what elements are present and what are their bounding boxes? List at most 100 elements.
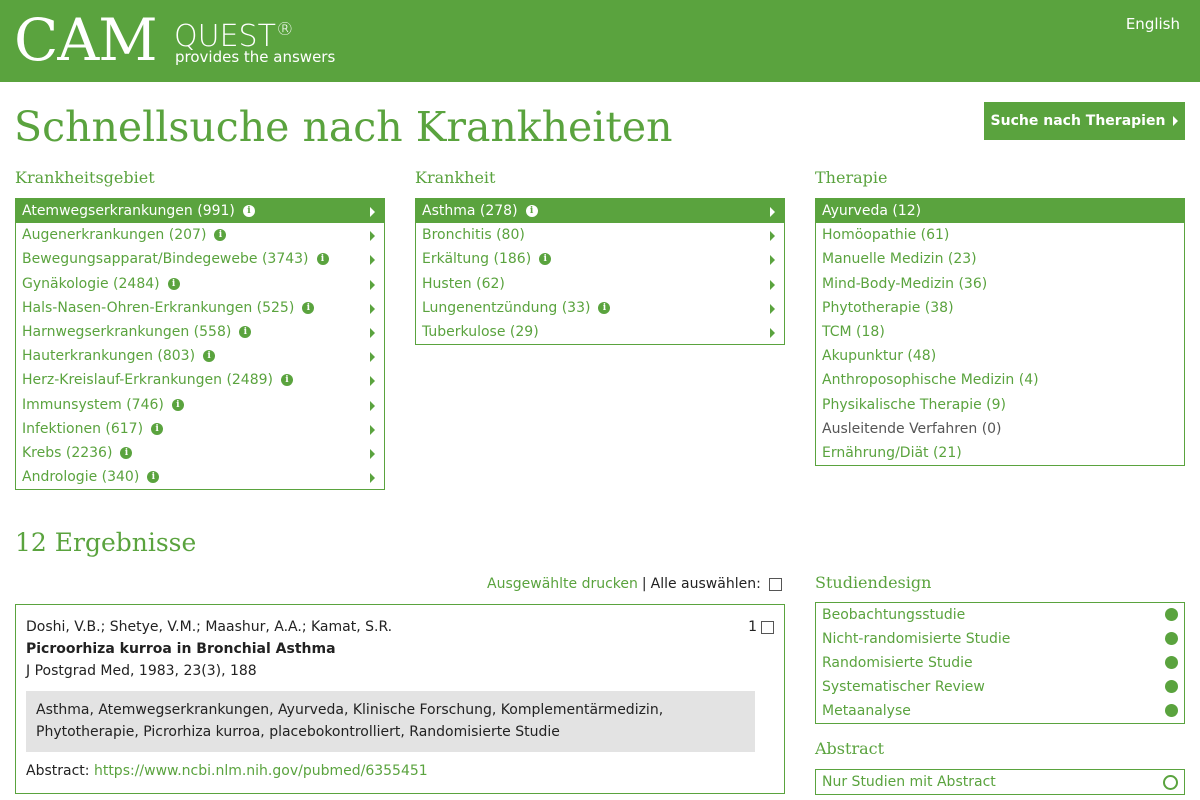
therapie-item-label: Ausleitende Verfahren (0) [822, 420, 1002, 437]
arrow-right-icon [770, 279, 775, 290]
page-title: Schnellsuche nach Krankheiten [14, 103, 673, 151]
krankheit-item-label: Tuberkulose (29) [422, 324, 539, 341]
krankheitsgebiet-item[interactable]: Herz-Kreislauf-Erkrankungen (2489) i [16, 368, 384, 392]
info-icon[interactable]: i [147, 471, 160, 484]
therapie-item[interactable]: Physikalische Therapie (9) [816, 393, 1184, 417]
arrow-right-icon [770, 255, 775, 266]
therapie-item[interactable]: TCM (18) [816, 320, 1184, 344]
result-tags: Asthma, Atemwegserkrankungen, Ayurveda, … [26, 691, 755, 752]
studiendesign-item[interactable]: Systematischer Review [816, 675, 1184, 699]
arrow-right-icon [370, 400, 375, 411]
arrow-right-icon [770, 327, 775, 338]
studiendesign-item[interactable]: Randomisierte Studie [816, 651, 1184, 675]
result-number: 1 [748, 619, 774, 635]
info-icon[interactable]: i [167, 277, 180, 290]
filter-active-icon[interactable] [1165, 656, 1178, 669]
krankheit-item-label: Erkältung (186) [422, 251, 532, 268]
arrow-right-icon [370, 473, 375, 484]
therapie-item[interactable]: Akupunktur (48) [816, 344, 1184, 368]
krankheit-item[interactable]: Asthma (278) i [416, 199, 784, 224]
krankheit-item[interactable]: Erkältung (186) i [416, 247, 784, 271]
therapie-item[interactable]: Anthroposophische Medizin (4) [816, 368, 1184, 392]
studiendesign-item-label: Metaanalyse [822, 703, 911, 719]
therapie-item[interactable]: Homöopathie (61) [816, 223, 1184, 247]
arrow-right-icon [370, 376, 375, 387]
results-count: 12 Ergebnisse [15, 528, 197, 557]
therapie-item[interactable]: Mind-Body-Medizin (36) [816, 272, 1184, 296]
info-icon[interactable]: i [281, 374, 293, 387]
abstract-link[interactable]: https://www.ncbi.nlm.nih.gov/pubmed/6355… [94, 763, 428, 779]
logo-cam: CAM [14, 6, 158, 74]
krankheitsgebiet-item[interactable]: Immunsystem (746) i [16, 393, 384, 417]
therapy-search-button[interactable]: Suche nach Therapien [984, 102, 1185, 140]
studiendesign-item[interactable]: Metaanalyse [816, 699, 1184, 723]
info-icon[interactable]: i [203, 350, 216, 363]
krankheitsgebiet-list: Atemwegserkrankungen (991) i Augenerkranku… [15, 198, 385, 491]
info-icon[interactable]: i [316, 253, 329, 266]
studiendesign-item[interactable]: Nicht-randomisierte Studie [816, 627, 1184, 651]
studiendesign-item[interactable]: Beobachtungsstudie [816, 603, 1184, 627]
print-row: Ausgewählte drucken | Alle auswählen: [487, 576, 782, 592]
krankheitsgebiet-item[interactable]: Hauterkrankungen (803) i [16, 344, 384, 368]
filter-active-icon[interactable] [1165, 632, 1178, 645]
info-icon[interactable]: i [214, 229, 227, 242]
therapie-item[interactable]: Ayurveda (12) [816, 199, 1184, 224]
krankheitsgebiet-item[interactable]: Andrologie (340) i [16, 465, 384, 489]
info-icon[interactable]: i [120, 446, 133, 459]
info-icon[interactable]: i [302, 301, 315, 314]
krankheitsgebiet-item[interactable]: Augenerkrankungen (207) i [16, 223, 384, 247]
studiendesign-item-label: Nicht-randomisierte Studie [822, 631, 1011, 647]
krankheitsgebiet-item[interactable]: Harnwegserkrankungen (558) i [16, 320, 384, 344]
info-icon[interactable]: i [539, 253, 552, 266]
krankheitsgebiet-title: Krankheitsgebiet [15, 168, 155, 187]
therapie-item[interactable]: Ausleitende Verfahren (0) [816, 417, 1184, 441]
result-item: Doshi, V.B.; Shetye, V.M.; Maashur, A.A.… [15, 604, 785, 794]
krankheit-item[interactable]: Lungenentzündung (33) i [416, 296, 784, 320]
result-journal: J Postgrad Med, 1983, 23(3), 188 [26, 663, 257, 679]
therapie-item[interactable]: Ernährung/Diät (21) [816, 441, 1184, 465]
krankheit-item[interactable]: Tuberkulose (29) [416, 320, 784, 344]
studiendesign-list: Beobachtungsstudie Nicht-randomisierte St… [815, 602, 1185, 724]
result-title[interactable]: Picroorhiza kurroa in Bronchial Asthma [26, 641, 336, 657]
krankheit-item[interactable]: Husten (62) [416, 272, 784, 296]
krankheitsgebiet-item[interactable]: Gynäkologie (2484) i [16, 272, 384, 296]
abstract-filter-item[interactable]: Nur Studien mit Abstract [816, 770, 1184, 794]
krankheitsgebiet-item[interactable]: Hals-Nasen-Ohren-Erkrankungen (525) i [16, 296, 384, 320]
therapie-item-label: Anthroposophische Medizin (4) [822, 372, 1039, 389]
studiendesign-item-label: Systematischer Review [822, 679, 985, 695]
result-select-checkbox[interactable] [761, 620, 774, 634]
result-abstract: Abstract: https://www.ncbi.nlm.nih.gov/p… [26, 763, 428, 779]
krankheitsgebiet-item-label: Hauterkrankungen (803) [22, 348, 196, 365]
krankheitsgebiet-item[interactable]: Atemwegserkrankungen (991) i [16, 199, 384, 224]
arrow-right-icon [1173, 116, 1179, 126]
info-icon[interactable]: i [525, 205, 538, 218]
arrow-right-icon [370, 303, 375, 314]
krankheit-item[interactable]: Bronchitis (80) [416, 223, 784, 247]
krankheitsgebiet-item[interactable]: Bewegungsapparat/Bindegewebe (3743) i [16, 247, 384, 271]
info-icon[interactable]: i [171, 398, 184, 411]
krankheitsgebiet-item-label: Krebs (2236) [22, 444, 113, 461]
info-icon[interactable]: i [239, 326, 252, 339]
krankheit-item-label: Lungenentzündung (33) [422, 299, 591, 316]
arrow-right-icon [370, 448, 375, 459]
krankheitsgebiet-item-label: Atemwegserkrankungen (991) [22, 203, 235, 220]
therapie-item[interactable]: Phytotherapie (38) [816, 296, 1184, 320]
select-all-checkbox[interactable] [768, 577, 782, 591]
therapie-item[interactable]: Manuelle Medizin (23) [816, 247, 1184, 271]
krankheitsgebiet-item[interactable]: Infektionen (617) i [16, 417, 384, 441]
filter-active-icon[interactable] [1165, 680, 1178, 693]
therapie-item-label: Phytotherapie (38) [822, 299, 954, 316]
filter-inactive-icon[interactable] [1163, 775, 1178, 790]
info-icon[interactable]: i [598, 301, 611, 314]
info-icon[interactable]: i [151, 422, 164, 435]
therapie-item-label: Physikalische Therapie (9) [822, 396, 1006, 413]
filter-active-icon[interactable] [1165, 608, 1178, 621]
result-authors: Doshi, V.B.; Shetye, V.M.; Maashur, A.A.… [26, 619, 393, 635]
language-link[interactable]: English [1126, 15, 1180, 33]
krankheitsgebiet-item[interactable]: Krebs (2236) i [16, 441, 384, 465]
print-selected-link[interactable]: Ausgewählte drucken [487, 576, 638, 592]
krankheitsgebiet-item-label: Hals-Nasen-Ohren-Erkrankungen (525) [22, 299, 295, 316]
filter-active-icon[interactable] [1165, 704, 1178, 717]
krankheitsgebiet-item-label: Harnwegserkrankungen (558) [22, 324, 232, 341]
info-icon[interactable]: i [242, 205, 255, 218]
